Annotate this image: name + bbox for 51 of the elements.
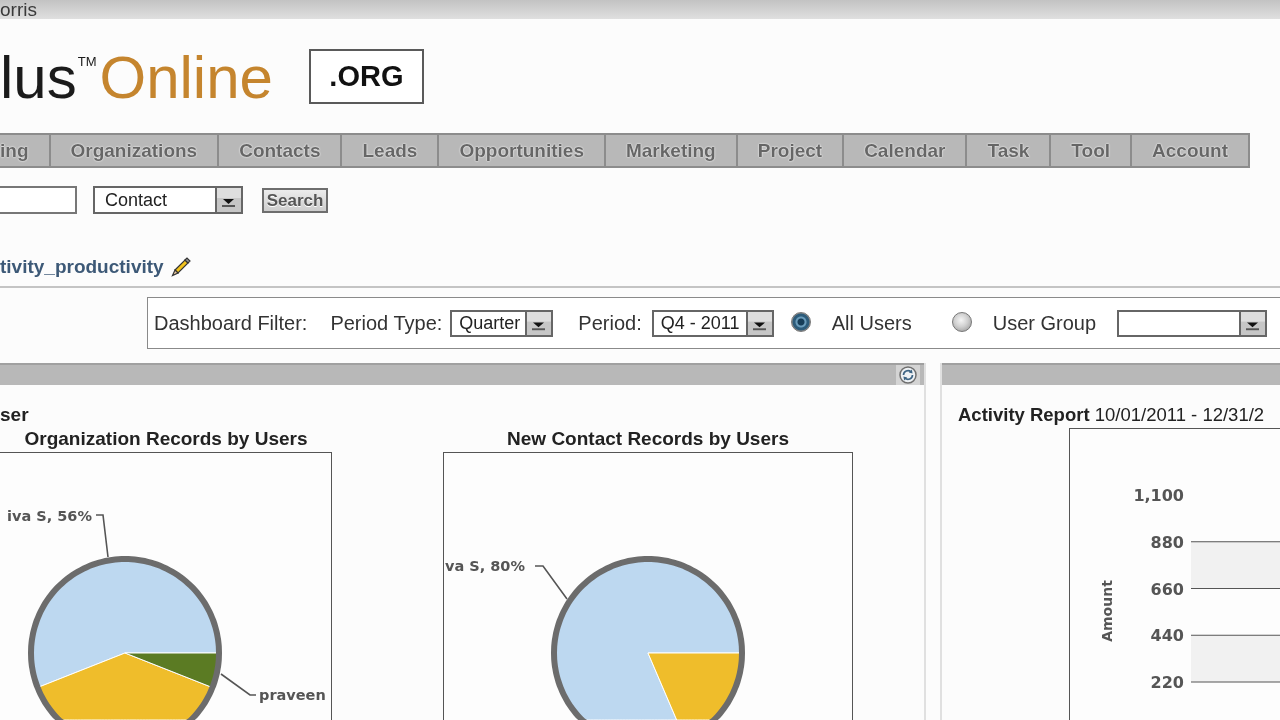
leader-line	[220, 673, 257, 696]
user-name: orris	[0, 0, 37, 19]
filter-label: Period Type:	[330, 311, 443, 335]
nav-tab[interactable]: Leads	[342, 133, 440, 168]
radio-label: User Group	[992, 311, 1097, 335]
caret-icon	[1239, 311, 1266, 335]
search-button[interactable]: Search	[262, 187, 328, 213]
leader-line	[95, 514, 109, 558]
tick-label: 440	[1150, 626, 1184, 646]
panel-title: ser	[0, 403, 29, 427]
tick-label: 660	[1150, 579, 1184, 599]
user-group-select[interactable]	[1117, 309, 1268, 337]
nav-tab[interactable]: Organizations	[50, 133, 220, 168]
nav-tab[interactable]: Tool	[1051, 133, 1133, 168]
tick-label: 880	[1150, 532, 1184, 552]
refresh-icon[interactable]	[896, 365, 920, 385]
slice-label: va S, 80%	[445, 558, 525, 574]
axis-title: Amount	[1099, 580, 1115, 642]
chart-title: New Contact Records by Users	[507, 428, 789, 450]
dashboard-name: tivity_productivity	[0, 255, 164, 279]
nav-tab[interactable]: Calendar	[844, 133, 968, 168]
tick-label: 220	[1150, 673, 1184, 692]
nav-tab[interactable]: Project	[737, 133, 845, 168]
nav-tab[interactable]: ing	[0, 133, 51, 168]
chart-title: Organization Records by Users	[24, 428, 308, 450]
filter-label: Period:	[578, 311, 642, 335]
radio-button[interactable]	[790, 311, 811, 332]
report-title: Activity Report 10/01/2011 - 12/31/2	[958, 403, 1265, 427]
leader-line	[534, 565, 568, 600]
caret-icon	[525, 311, 552, 335]
caret-icon	[745, 311, 772, 335]
slice-label: praveen	[259, 687, 326, 703]
nav-tab[interactable]: Opportunities	[439, 133, 606, 168]
nav-tab[interactable]: Contacts	[219, 133, 343, 168]
nav-tab[interactable]: Task	[967, 133, 1052, 168]
filter-title: Dashboard Filter:	[154, 311, 308, 335]
slice-label: iva S, 56%	[7, 508, 92, 524]
nav-tab[interactable]: Account	[1132, 133, 1251, 168]
logo-text: lus$^{TM}$	[0, 46, 97, 110]
tick-label: 1,100	[1133, 486, 1184, 505]
search-field[interactable]	[0, 186, 77, 214]
nav-tab[interactable]: Marketing	[605, 133, 738, 168]
module-select[interactable]: Contact	[93, 186, 243, 214]
radio-button[interactable]	[951, 311, 972, 332]
period-type-select[interactable]: Quarter	[450, 309, 554, 337]
edition-badge: .ORG	[308, 48, 424, 104]
radio-label: All Users	[831, 311, 912, 335]
period-select[interactable]: Q4 - 2011	[651, 309, 774, 337]
logo-accent-text: Online	[99, 46, 273, 110]
caret-icon	[215, 188, 241, 212]
pencil-icon[interactable]	[170, 257, 191, 277]
